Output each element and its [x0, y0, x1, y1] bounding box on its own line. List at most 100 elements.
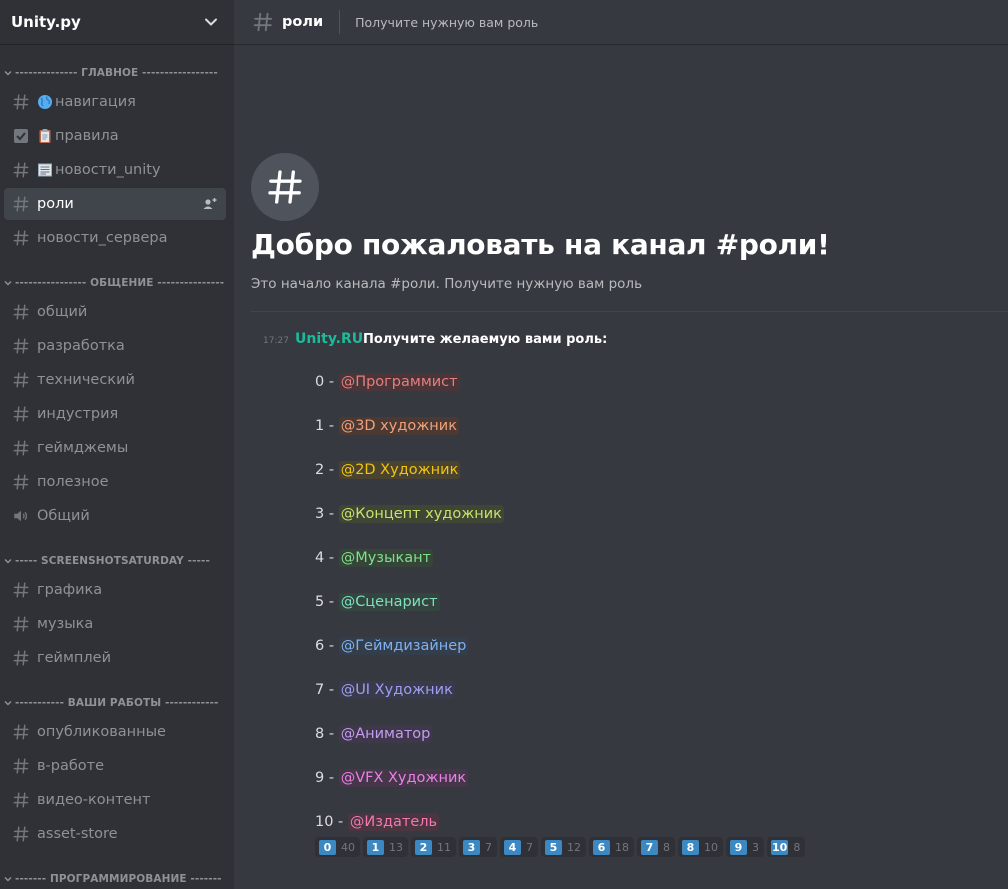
reaction-count: 18 — [615, 840, 629, 854]
server-header[interactable]: Unity.py — [0, 0, 234, 45]
channel-item[interactable]: музыка — [4, 608, 226, 640]
hash-icon — [12, 791, 30, 809]
keycap-icon: 3 — [463, 839, 480, 855]
speaker-icon — [12, 507, 30, 525]
channel-item[interactable]: индустрия — [4, 398, 226, 430]
channel-item[interactable]: правила — [4, 120, 226, 152]
reaction-button[interactable]: 47 — [500, 837, 538, 857]
reaction-count: 13 — [389, 840, 403, 854]
keycap-icon: 5 — [545, 839, 562, 855]
role-mention[interactable]: @Издатель — [347, 813, 440, 831]
channel-item[interactable]: навигация — [4, 86, 226, 118]
hash-icon — [12, 439, 30, 457]
hash-icon — [12, 161, 30, 179]
channel-item[interactable]: видео-контент — [4, 784, 226, 816]
reaction-button[interactable]: 2 11 — [411, 837, 456, 857]
role-number: 6 - — [315, 638, 339, 654]
role-number: 0 - — [315, 374, 339, 390]
chat-area: роли Получите нужную вам роль Добро пожа… — [234, 0, 1008, 889]
channel-item[interactable]: геймплей — [4, 642, 226, 674]
role-mention[interactable]: @UI Художник — [338, 681, 455, 699]
channel-item[interactable]: графика — [4, 574, 226, 606]
hash-icon — [12, 581, 30, 599]
channel-topic: Получите нужную вам роль — [355, 14, 539, 30]
channel-label: новости_сервера — [37, 230, 168, 246]
role-line: 1 - @3D художник — [315, 417, 459, 435]
role-line: 4 - @Музыкант — [315, 549, 434, 567]
hash-icon — [253, 12, 273, 32]
role-mention[interactable]: @3D художник — [338, 417, 459, 435]
role-mention[interactable]: @Программист — [338, 373, 460, 391]
role-number: 2 - — [315, 462, 339, 478]
role-line: 7 - @UI Художник — [315, 681, 455, 699]
channel-item[interactable]: разработка — [4, 330, 226, 362]
hash-icon — [12, 615, 30, 633]
reaction-button[interactable]: 0 40 — [315, 837, 360, 857]
chevron-down-icon — [4, 559, 12, 564]
channel-item[interactable]: общий — [4, 296, 226, 328]
role-line: 5 - @Сценарист — [315, 593, 440, 611]
channel-item[interactable]: полезное — [4, 466, 226, 498]
reaction-count: 8 — [793, 840, 801, 854]
hash-icon — [12, 649, 30, 667]
category-header[interactable]: -------------- ГЛАВНОЕ ----------------- — [0, 64, 234, 82]
channel-item[interactable]: новости_unity — [4, 154, 226, 186]
category-label: -------------- ГЛАВНОЕ ----------------- — [15, 67, 218, 79]
channel-label: геймджемы — [37, 440, 129, 456]
reaction-button[interactable]: 1 13 — [363, 837, 408, 857]
channel-item[interactable]: asset-store — [4, 818, 226, 850]
message-text: Получите желаемую вами роль: — [363, 332, 608, 347]
add-member-icon[interactable] — [202, 196, 218, 212]
role-mention[interactable]: @Музыкант — [338, 549, 434, 567]
channel-label: asset-store — [37, 826, 118, 842]
reaction-button[interactable]: 37 — [459, 837, 497, 857]
role-mention[interactable]: @Геймдизайнер — [338, 637, 469, 655]
role-mention[interactable]: @Концепт художник — [338, 505, 504, 523]
reaction-count: 3 — [752, 840, 759, 854]
reaction-button[interactable]: 78 — [637, 837, 675, 857]
role-mention[interactable]: @VFX Художник — [338, 769, 469, 787]
hash-icon — [12, 473, 30, 491]
keycap-icon: 1 — [367, 839, 384, 855]
role-line: 6 - @Геймдизайнер — [315, 637, 469, 655]
role-line: 2 - @2D Художник — [315, 461, 461, 479]
category-header[interactable]: ----------- ВАШИ РАБОТЫ ------------ — [0, 694, 234, 712]
channel-label: полезное — [37, 474, 109, 490]
role-number: 3 - — [315, 506, 339, 522]
role-line: 9 - @VFX Художник — [315, 769, 469, 787]
reaction-button[interactable]: 93 — [726, 837, 764, 857]
channel-item[interactable]: новости_сервера — [4, 222, 226, 254]
category-header[interactable]: ---------------- ОБЩЕНИЕ --------------- — [0, 274, 234, 292]
reaction-button[interactable]: 8 10 — [678, 837, 723, 857]
category-header[interactable]: ----- SCREENSHOTSATURDAY ----- — [0, 552, 234, 570]
channel-item[interactable]: Общий — [4, 500, 226, 532]
keycap-icon: 0 — [319, 839, 336, 855]
reaction-count: 7 — [485, 840, 492, 854]
channel-item[interactable]: в-работе — [4, 750, 226, 782]
role-number: 1 - — [315, 418, 339, 434]
channel-label: геймплей — [37, 650, 111, 666]
message-author[interactable]: Unity.RU — [295, 331, 363, 347]
channel-item[interactable]: технический — [4, 364, 226, 396]
role-mention[interactable]: @2D Художник — [338, 461, 461, 479]
role-mention[interactable]: @Аниматор — [338, 725, 433, 743]
reaction-button[interactable]: 10 8 — [767, 837, 806, 857]
hash-icon — [12, 371, 30, 389]
header-channel-name: роли — [282, 14, 324, 30]
channel-item[interactable]: опубликованные — [4, 716, 226, 748]
channel-label: разработка — [37, 338, 125, 354]
category-header[interactable]: ------- ПРОГРАММИРОВАНИЕ ------- — [0, 870, 234, 888]
hash-icon — [12, 195, 30, 213]
channel-item[interactable]: роли — [4, 188, 226, 220]
reaction-count: 8 — [663, 840, 670, 854]
chevron-down-icon — [4, 281, 12, 286]
channel-label: Общий — [37, 508, 90, 524]
reaction-count: 7 — [526, 840, 533, 854]
reaction-button[interactable]: 6 18 — [589, 837, 634, 857]
reaction-count: 12 — [567, 840, 581, 854]
reaction-button[interactable]: 5 12 — [541, 837, 586, 857]
reaction-bar: 0 40 1 13 2 11 3 7 4 7 5 12 6 18 7 8 8 10 9 3 10 8 — [315, 837, 806, 857]
role-mention[interactable]: @Сценарист — [338, 593, 440, 611]
chevron-down-icon — [4, 701, 12, 706]
channel-item[interactable]: геймджемы — [4, 432, 226, 464]
